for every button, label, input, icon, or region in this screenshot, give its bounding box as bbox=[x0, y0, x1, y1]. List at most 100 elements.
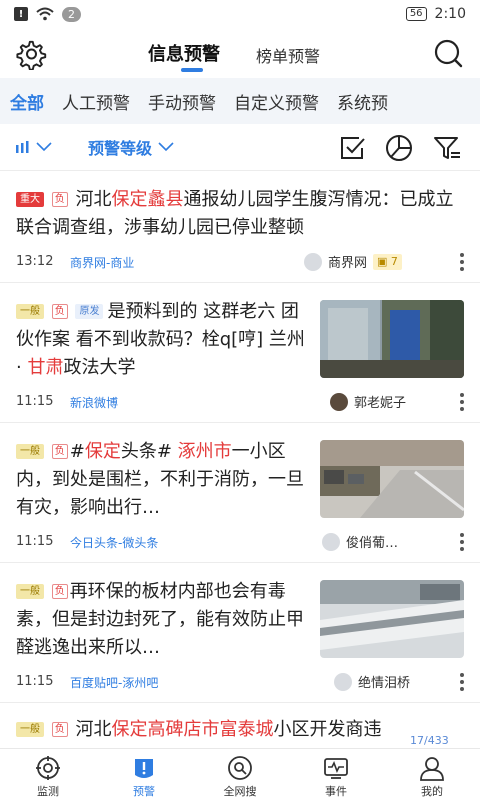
news-item[interactable]: 重大 负 河北保定蠡县通报幼儿园学生腹泻情况：已成立联合调查组，涉事幼儿园已停业… bbox=[0, 170, 480, 282]
nav-web-search[interactable]: 全网搜 bbox=[192, 749, 288, 800]
negative-badge: 负 bbox=[51, 304, 68, 319]
avatar bbox=[322, 532, 340, 551]
title-keyword: 保定 bbox=[84, 441, 121, 462]
news-title: 一般 负再环保的板材内部也会有毒素，但是封边封死了，能有效防止甲醛逃逸出来所以… bbox=[16, 578, 308, 662]
title-text: # bbox=[69, 441, 85, 462]
crosshair-icon bbox=[36, 756, 60, 780]
negative-badge: 负 bbox=[51, 192, 68, 207]
active-tab-indicator bbox=[181, 68, 203, 72]
original-badge: 原发 bbox=[75, 304, 104, 319]
news-thumbnail[interactable] bbox=[320, 440, 464, 518]
news-source[interactable]: 百度贴吧-涿州吧 bbox=[70, 674, 158, 691]
battery-icon: 56 bbox=[405, 7, 427, 21]
avatar bbox=[304, 252, 322, 271]
more-options-icon[interactable] bbox=[460, 253, 464, 271]
radar-search-icon bbox=[228, 756, 252, 780]
severity-badge: 一般 bbox=[16, 722, 44, 737]
app-header: 信息预警 榜单预警 bbox=[0, 28, 480, 78]
alert-icon: ! bbox=[14, 7, 28, 21]
news-item[interactable]: 一般 负 河北保定高碑店市富泰城小区开发商违 bbox=[0, 702, 480, 748]
category-tab-custom[interactable]: 自定义预警 bbox=[224, 89, 319, 114]
severity-badge: 一般 bbox=[16, 584, 44, 599]
title-keyword: 甘肃 bbox=[27, 357, 64, 378]
title-keyword: 保定高碑店市富泰城 bbox=[111, 719, 274, 740]
category-tab-system[interactable]: 系统预 bbox=[327, 89, 388, 114]
category-tab-hand[interactable]: 手动预警 bbox=[138, 89, 216, 114]
alert-level-dropdown[interactable]: 预警等级 bbox=[88, 135, 174, 159]
news-item[interactable]: 一般 负 #保定头条# 涿州市一小区内，到处是围栏，不利于消防，一旦有灾，影响出行… bbox=[0, 422, 480, 562]
more-options-icon[interactable] bbox=[460, 393, 464, 411]
news-thumbnail[interactable] bbox=[320, 580, 464, 658]
nav-events[interactable]: 事件 bbox=[288, 749, 384, 800]
avatar bbox=[334, 672, 352, 691]
tab-info-alert[interactable]: 信息预警 bbox=[148, 40, 220, 66]
more-options-icon[interactable] bbox=[460, 673, 464, 691]
author-name: 绝情泪桥 bbox=[358, 676, 411, 691]
news-title: 一般 负 河北保定高碑店市富泰城小区开发商违 bbox=[16, 716, 476, 744]
news-source[interactable]: 新浪微博 bbox=[70, 394, 118, 411]
nav-label: 预警 bbox=[133, 785, 155, 798]
category-tab-manual[interactable]: 人工预警 bbox=[52, 89, 130, 114]
alert-level-label: 预警等级 bbox=[88, 139, 153, 158]
title-text: 政法大学 bbox=[63, 357, 136, 378]
search-icon[interactable] bbox=[432, 38, 464, 70]
warning-icon bbox=[135, 759, 153, 778]
author-name: 俊俏葡… bbox=[346, 536, 399, 551]
severity-badge: 一般 bbox=[16, 444, 44, 459]
news-time: 13:12 bbox=[16, 254, 54, 269]
category-tab-all[interactable]: 全部 bbox=[0, 89, 44, 114]
nav-alert[interactable]: 预警 bbox=[96, 749, 192, 800]
status-bar: ! 2 56 2:10 bbox=[0, 0, 480, 28]
pie-chart-icon[interactable] bbox=[384, 133, 414, 163]
chevron-down-icon bbox=[158, 142, 174, 152]
news-title: 一般 负 原发 是预料到的 这群老六 团伙作案 看不到收款码？栓q[哼] 兰州 ·… bbox=[16, 298, 308, 382]
news-title: 一般 负 #保定头条# 涿州市一小区内，到处是围栏，不利于消防，一旦有灾，影响出行… bbox=[16, 438, 308, 522]
news-source[interactable]: 商界网-商业 bbox=[70, 254, 134, 271]
news-title: 重大 负 河北保定蠡县通报幼儿园学生腹泻情况：已成立联合调查组，涉事幼儿园已停业… bbox=[16, 186, 466, 242]
more-options-icon[interactable] bbox=[460, 533, 464, 551]
nav-label: 事件 bbox=[325, 785, 347, 798]
bottom-nav: 监测 预警 全网搜 事件 我的 bbox=[0, 748, 480, 800]
similar-count-badge: ▣ 7 bbox=[373, 253, 402, 270]
avatar bbox=[330, 392, 348, 411]
gear-icon[interactable] bbox=[16, 38, 48, 70]
news-author[interactable]: 绝情泪桥 bbox=[334, 672, 410, 691]
nav-label: 监测 bbox=[37, 785, 59, 798]
negative-badge: 负 bbox=[51, 722, 68, 737]
news-source[interactable]: 今日头条-微头条 bbox=[70, 534, 158, 551]
category-tabs: 全部 人工预警 手动预警 自定义预警 系统预 bbox=[0, 78, 480, 124]
notification-count: 2 bbox=[62, 6, 81, 22]
nav-monitor[interactable]: 监测 bbox=[0, 749, 96, 800]
news-author[interactable]: 郭老妮子 bbox=[330, 392, 406, 411]
news-time: 11:15 bbox=[16, 394, 54, 409]
filter-icon[interactable] bbox=[432, 133, 462, 163]
severity-badge: 一般 bbox=[16, 304, 44, 319]
wifi-icon bbox=[36, 7, 54, 21]
news-author[interactable]: 商界网 ▣ 7 bbox=[304, 252, 402, 271]
pulse-monitor-icon bbox=[324, 758, 348, 779]
title-text: 小区开发商违 bbox=[273, 719, 382, 740]
nav-label: 全网搜 bbox=[223, 785, 257, 798]
news-author[interactable]: 俊俏葡… bbox=[322, 532, 398, 551]
title-text: 头条# bbox=[120, 441, 178, 462]
title-keyword: 保定蠡县 bbox=[111, 189, 184, 210]
user-icon bbox=[420, 757, 444, 781]
chevron-down-icon bbox=[36, 142, 52, 152]
severity-badge: 重大 bbox=[16, 192, 44, 207]
news-time: 11:15 bbox=[16, 674, 54, 689]
filter-bar: 预警等级 bbox=[0, 124, 480, 170]
nav-label: 我的 bbox=[421, 785, 443, 798]
result-counter: 17/433 bbox=[410, 734, 449, 747]
author-name: 商界网 bbox=[328, 256, 368, 271]
tab-ranking-alert[interactable]: 榜单预警 bbox=[256, 43, 320, 67]
batch-check-icon[interactable] bbox=[337, 133, 367, 163]
title-text: 河北 bbox=[75, 189, 112, 210]
nav-profile[interactable]: 我的 bbox=[384, 749, 480, 800]
news-item[interactable]: 一般 负 原发 是预料到的 这群老六 团伙作案 看不到收款码？栓q[哼] 兰州 ·… bbox=[0, 282, 480, 422]
news-thumbnail[interactable] bbox=[320, 300, 464, 378]
negative-badge: 负 bbox=[51, 444, 68, 459]
title-text: 河北 bbox=[75, 719, 112, 740]
negative-badge: 负 bbox=[51, 584, 68, 599]
news-item[interactable]: 一般 负再环保的板材内部也会有毒素，但是封边封死了，能有效防止甲醛逃逸出来所以…… bbox=[0, 562, 480, 702]
sort-dropdown[interactable] bbox=[16, 141, 52, 153]
